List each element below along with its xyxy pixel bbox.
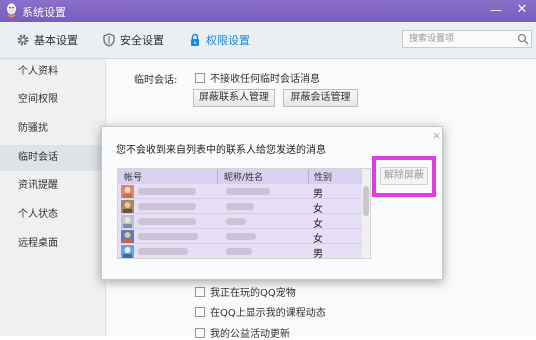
blurred-nickname [226, 218, 246, 225]
dialog-close-icon[interactable]: × [432, 129, 441, 142]
blurred-account [138, 203, 196, 210]
avatar [121, 200, 134, 213]
blurred-account [138, 188, 196, 195]
blurred-nickname [226, 233, 256, 240]
table-row[interactable]: 男 [118, 243, 362, 259]
avatar [121, 185, 134, 198]
table-scrollbar[interactable] [362, 169, 370, 258]
column-account: 帐号 [124, 173, 143, 183]
avatar [121, 215, 134, 228]
scrollbar-thumb[interactable] [363, 186, 369, 216]
blurred-nickname [226, 188, 270, 195]
avatar [121, 245, 134, 258]
avatar [121, 230, 134, 243]
table-row[interactable]: 女 [118, 198, 362, 215]
blurred-account [138, 248, 188, 255]
dialog-title: 您不会收到来自列表中的联系人给您发送的消息 [116, 145, 326, 156]
blurred-nickname [226, 203, 254, 210]
column-gender: 性别 [314, 173, 333, 183]
unblock-button[interactable]: 解除屏蔽 [380, 167, 428, 185]
column-divider [308, 170, 309, 184]
blurred-account [138, 218, 196, 225]
blocked-contacts-dialog: × 您不会收到来自列表中的联系人给您发送的消息 帐号 昵称/姓名 性别 男 女 … [101, 126, 443, 280]
column-divider [217, 170, 218, 184]
table-header: 帐号 昵称/姓名 性别 [118, 169, 362, 184]
table-row[interactable]: 男 [118, 183, 362, 200]
column-nickname: 昵称/姓名 [224, 173, 264, 183]
blurred-nickname [226, 248, 252, 255]
gender-cell: 男 [313, 249, 323, 259]
table-row[interactable]: 女 [118, 213, 362, 230]
blocked-contacts-table: 帐号 昵称/姓名 性别 男 女 女 女 男 [117, 168, 371, 259]
table-row[interactable]: 女 [118, 228, 362, 245]
blurred-account [138, 233, 198, 240]
